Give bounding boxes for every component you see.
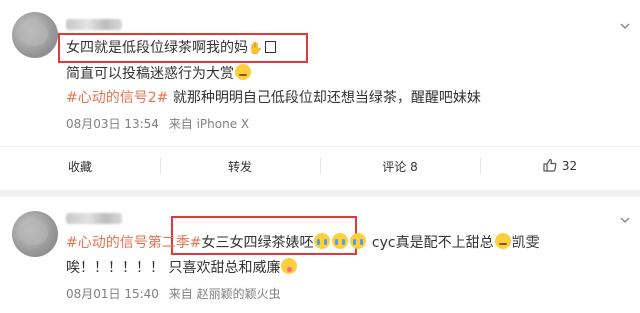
crying-emoji-icon	[314, 233, 331, 249]
topic-link[interactable]: #心动的信号2#	[66, 90, 168, 106]
post2-text-after: cyc真是配不上甜总	[371, 235, 494, 251]
topic-link-2[interactable]: #心动的信号第二季#	[66, 235, 201, 251]
username-blurred-2[interactable]	[66, 213, 122, 224]
avatar[interactable]	[12, 12, 58, 58]
post-text-line3: 就那种明明自己低段位却还想当绿茶，醒醒吧妹妹	[172, 90, 481, 106]
collect-label: 收藏	[67, 159, 92, 174]
weibo-post-card: 女四就是低段位绿茶啊我的妈✋ 简直可以投稿迷惑行为大赏 #心动的信号2# 就那种…	[0, 0, 640, 190]
post-text-line1: 女四就是低段位绿茶啊我的妈	[66, 40, 248, 56]
post-source: 来自 iPhone X	[168, 117, 250, 131]
avatar-2[interactable]	[12, 211, 58, 257]
chevron-down-icon-2[interactable]	[620, 215, 630, 225]
post-text-line2: 简直可以投稿迷惑行为大赏	[66, 66, 234, 82]
post2-text-tail: 凯雯	[511, 235, 540, 251]
weibo-post-card-2: #心动的信号第二季#女三女四绿茶婊呸 cyc真是配不上甜总 凯雯 唉！！！！！！ …	[0, 197, 640, 313]
crying-emoji-icon	[332, 233, 349, 249]
like-count: 32	[561, 159, 578, 173]
like-button[interactable]: 32	[480, 147, 640, 185]
post2-date[interactable]: 08月01日 15:40	[66, 287, 159, 301]
chevron-down-icon[interactable]	[620, 21, 630, 31]
unknown-glyph-icon	[264, 41, 276, 53]
post-date[interactable]: 08月03日 13:54	[66, 117, 159, 131]
collect-button[interactable]: 收藏	[0, 147, 160, 185]
post2-text-line2: 唉！！！！！！ 只喜欢甜总和威廉	[66, 260, 281, 276]
forward-button[interactable]: 转发	[160, 147, 320, 185]
crying-emoji-icon	[350, 233, 367, 249]
post2-source: 来自 赵丽颖的颖火虫	[168, 287, 281, 301]
tongue-emoji-icon	[281, 258, 298, 274]
smirk-emoji-icon	[494, 233, 511, 249]
action-bar: 收藏 转发 评论 8 32	[0, 146, 640, 185]
comment-button[interactable]: 评论 8	[320, 147, 480, 185]
username-blurred[interactable]	[66, 19, 122, 30]
highlighted-text: 女三女四绿茶婊呸	[201, 235, 314, 251]
smirk-emoji-icon	[235, 64, 251, 80]
hand-emoji-icon: ✋	[248, 41, 263, 55]
thumbs-up-icon	[543, 158, 557, 175]
comment-label: 评论 8	[382, 159, 418, 174]
forward-label: 转发	[227, 159, 252, 174]
